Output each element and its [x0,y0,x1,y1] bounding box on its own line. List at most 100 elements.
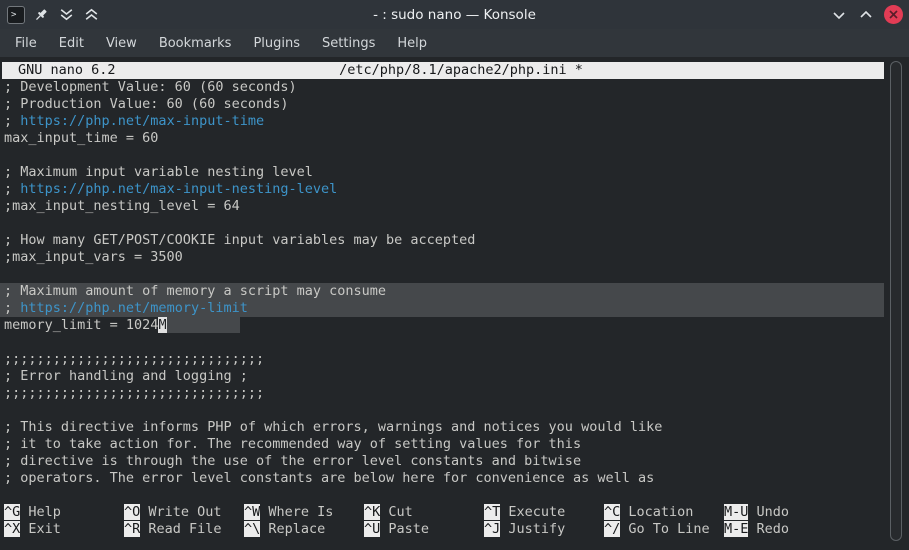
shortcut-undo: M-U Undo [724,504,789,521]
scrollbar-thumb[interactable] [890,61,902,541]
editor-line: ; Maximum input variable nesting level [0,164,884,181]
shortcut-label: Where Is [260,504,334,520]
editor-text: ; [4,300,21,316]
pin-icon[interactable] [32,6,50,24]
menu-item-help[interactable]: Help [386,32,438,55]
editor-text: ;;;;;;;;;;;;;;;;;;;;;;;;;;;;;;;; [4,385,265,401]
editor-line-selected: ; Maximum amount of memory a script may … [0,283,884,300]
shortcut-label: Exit [20,521,61,537]
shortcut-redo: M-E Redo [724,521,789,538]
scrollbar[interactable] [889,61,905,546]
terminal-prompt-glyph: > [7,5,25,24]
shortcut-write-out: ^O Write Out [124,504,222,521]
shortcut-key: ^W [244,504,261,520]
shortcut-key: ^J [484,521,501,537]
editor-text: ; [4,181,21,197]
shortcut-label: Paste [380,521,430,537]
editor-text [166,317,240,333]
editor-line: ; directive is through the use of the er… [0,453,884,470]
shortcut-label: Undo [748,504,790,520]
editor-line: ; This directive informs PHP of which er… [0,419,884,436]
editor-text: memory_limit = 1024 [4,317,159,333]
close-icon[interactable] [884,5,903,24]
shortcut-label: Justify [500,521,566,537]
shortcut-key: ^R [124,521,141,537]
shortcut-key: ^/ [604,521,621,537]
konsole-window: > - : sudo nano — Konsole File Edit View… [0,0,909,550]
shortcut-key: ^X [4,521,21,537]
editor-line: ;;;;;;;;;;;;;;;;;;;;;;;;;;;;;;;; [0,351,884,368]
editor-line: ; it to take action for. The recommended… [0,436,884,453]
editor-line: ;max_input_nesting_level = 64 [0,198,884,215]
text-cursor: M [158,317,167,333]
editor-line: ;max_input_vars = 3500 [0,249,884,266]
shortcut-help: ^G Help [4,504,61,521]
shortcut-key: ^T [484,504,501,520]
editor-line: max_input_time = 60 [0,130,884,147]
menu-item-settings[interactable]: Settings [311,32,386,55]
menu-item-plugins[interactable]: Plugins [242,32,311,55]
keep-above-icon[interactable] [82,6,100,24]
shortcut-key: ^O [124,504,141,520]
editor-text: ; Development Value: 60 (60 seconds) [4,79,297,95]
nano-file-path: /etc/php/8.1/apache2/php.ini * [339,62,583,78]
shortcut-label: Redo [748,521,790,537]
shortcut-go-to-line: ^/ Go To Line [604,521,710,538]
menu-item-view[interactable]: View [95,32,148,55]
editor-content: ; Development Value: 60 (60 seconds); Pr… [0,79,884,487]
nano-version: GNU nano 6.2 [18,62,116,78]
shortcut-label: Cut [380,504,413,520]
editor-line: ; Development Value: 60 (60 seconds) [0,79,884,96]
menu-item-edit[interactable]: Edit [48,32,95,55]
shortcut-key: ^U [364,521,381,537]
menu-item-bookmarks[interactable]: Bookmarks [148,32,243,55]
shortcut-key: ^\ [244,521,261,537]
maximize-icon[interactable] [857,6,875,24]
editor-text: ; it to take action for. The recommended… [4,436,582,452]
editor-text: ;max_input_vars = 3500 [4,249,183,265]
editor-line: ; Production Value: 60 (60 seconds) [0,96,884,113]
shortcut-key: M-E [724,521,749,537]
editor-text: ; Maximum input variable nesting level [4,164,313,180]
konsole-app-icon[interactable]: > [7,5,25,24]
url-text: https://php.net/max-input-nesting-level [20,181,338,197]
shortcut-label: Go To Line [620,521,710,537]
editor-line: ; Error handling and logging ; [0,368,884,385]
editor-text: ; [4,113,21,129]
url-text: https://php.net/memory-limit [20,300,248,316]
menu-item-file[interactable]: File [4,32,48,55]
window-title: - : sudo nano — Konsole [373,6,536,23]
shortcut-exit: ^X Exit [4,521,61,538]
minimize-icon[interactable] [830,6,848,24]
editor-text: ; How many GET/POST/COOKIE input variabl… [4,232,476,248]
editor-line: memory_limit = 1024M [0,317,884,334]
editor-text: ;;;;;;;;;;;;;;;;;;;;;;;;;;;;;;;; [4,351,265,367]
editor-text: ; Maximum amount of memory a script may … [4,283,387,299]
shortcut-replace: ^\ Replace [244,521,325,538]
editor-text: ; Production Value: 60 (60 seconds) [4,96,289,112]
shortcut-key: ^K [364,504,381,520]
editor-text: ; directive is through the use of the er… [4,453,582,469]
terminal-area[interactable]: GNU nano 6.2 /etc/php/8.1/apache2/php.in… [0,57,909,550]
nano-shortcut-bar: ^G Help ^O Write Out ^W Where Is ^K Cut ^T E… [0,504,884,538]
url-text: https://php.net/max-input-time [20,113,265,129]
shortcut-location: ^C Location [604,504,693,521]
editor-text: max_input_time = 60 [4,130,159,146]
shortcut-cut: ^K Cut [364,504,413,521]
titlebar-left-icons: > [0,5,100,24]
shortcut-label: Execute [500,504,566,520]
shortcut-label: Location [620,504,694,520]
editor-text: ; This directive informs PHP of which er… [4,419,663,435]
shortcut-where-is: ^W Where Is [244,504,333,521]
shortcut-read-file: ^R Read File [124,521,222,538]
editor-line: ; How many GET/POST/COOKIE input variabl… [0,232,884,249]
shortcut-key: ^G [4,504,21,520]
editor-text: ;max_input_nesting_level = 64 [4,198,240,214]
editor-line: ;;;;;;;;;;;;;;;;;;;;;;;;;;;;;;;; [0,385,884,402]
keep-below-icon[interactable] [57,6,75,24]
shortcut-paste: ^U Paste [364,521,429,538]
